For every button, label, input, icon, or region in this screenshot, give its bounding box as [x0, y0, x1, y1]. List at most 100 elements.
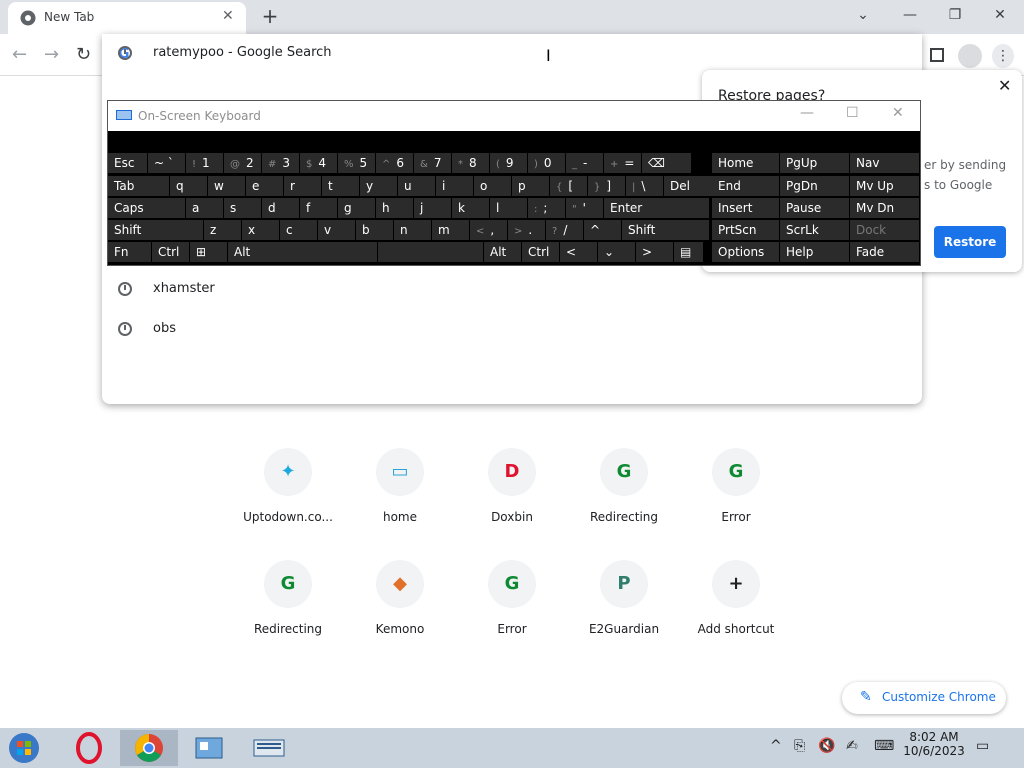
- tab-new-tab[interactable]: New Tab ✕: [8, 2, 246, 34]
- osk-key[interactable]: _ -: [566, 153, 604, 174]
- osk-key[interactable]: Del: [664, 176, 714, 197]
- osk-key[interactable]: w: [208, 176, 246, 197]
- shortcut-tile[interactable]: G Redirecting: [568, 448, 680, 560]
- osk-key[interactable]: * 8: [452, 153, 490, 174]
- osk-key[interactable]: f: [300, 198, 338, 219]
- osk-key[interactable]: $4: [300, 153, 338, 174]
- close-button[interactable]: ✕: [982, 4, 1018, 26]
- osk-key[interactable]: Fn: [108, 242, 152, 263]
- osk-key[interactable]: ⌄: [598, 242, 636, 263]
- osk-nav-key[interactable]: PgDn: [780, 176, 850, 197]
- osk-minimize-button[interactable]: —: [800, 105, 814, 121]
- osk-nav-key[interactable]: ScrLk: [780, 220, 850, 241]
- menu-icon[interactable]: ⋮: [992, 44, 1014, 68]
- osk-titlebar[interactable]: On-Screen Keyboard — ☐ ✕: [108, 101, 920, 131]
- osk-nav-key[interactable]: Help: [780, 242, 850, 263]
- osk-key[interactable]: Enter: [604, 198, 710, 219]
- osk-nav-key[interactable]: Fade: [850, 242, 920, 263]
- osk-key[interactable]: t: [322, 176, 360, 197]
- osk-nav-key[interactable]: PrtScn: [712, 220, 780, 241]
- osk-key[interactable]: " ': [566, 198, 604, 219]
- osk-nav-key[interactable]: Dock: [850, 220, 920, 241]
- tray-icon[interactable]: ⌨: [874, 738, 894, 754]
- shortcut-tile[interactable]: + Add shortcut: [680, 560, 792, 672]
- tab-search-icon[interactable]: ⌄: [845, 4, 881, 26]
- osk-key[interactable]: & 7: [414, 153, 452, 174]
- osk-key[interactable]: Ctrl: [152, 242, 190, 263]
- osk-key[interactable]: % 5: [338, 153, 376, 174]
- osk-key[interactable]: p: [512, 176, 550, 197]
- chrome-taskbar-icon[interactable]: [120, 730, 178, 766]
- osk-key[interactable]: >.: [508, 220, 546, 241]
- osk-nav-key[interactable]: Mv Up: [850, 176, 920, 197]
- tray-icon[interactable]: 🔇: [818, 738, 835, 754]
- osk-key[interactable]: y: [360, 176, 398, 197]
- osk-key[interactable]: :;: [528, 198, 566, 219]
- osk-key[interactable]: z: [204, 220, 242, 241]
- osk-nav-key[interactable]: Mv Dn: [850, 198, 920, 219]
- tray-icon[interactable]: ^: [770, 738, 782, 754]
- osk-key[interactable]: ▤: [674, 242, 704, 263]
- osk-key[interactable]: Ctrl: [522, 242, 560, 263]
- osk-key[interactable]: Caps: [108, 198, 186, 219]
- osk-key[interactable]: <: [560, 242, 598, 263]
- osk-key[interactable]: ! 1: [186, 153, 224, 174]
- osk-key[interactable]: k: [452, 198, 490, 219]
- control-panel-taskbar-icon[interactable]: [180, 730, 238, 766]
- restore-close-icon[interactable]: ✕: [998, 76, 1011, 95]
- osk-key[interactable]: ~ `: [148, 153, 186, 174]
- shortcut-tile[interactable]: ◆ Kemono: [344, 560, 456, 672]
- osk-key[interactable]: + =: [604, 153, 642, 174]
- minimize-button[interactable]: —: [892, 4, 928, 26]
- suggestion-item[interactable]: xhamster: [102, 270, 922, 310]
- osk-nav-key[interactable]: Insert: [712, 198, 780, 219]
- shortcut-tile[interactable]: G Error: [680, 448, 792, 560]
- osk-key[interactable]: o: [474, 176, 512, 197]
- osk-key[interactable]: x: [242, 220, 280, 241]
- osk-nav-key[interactable]: Pause: [780, 198, 850, 219]
- osk-taskbar-icon[interactable]: [240, 730, 298, 766]
- osk-key[interactable]: [378, 242, 484, 263]
- clock[interactable]: 8:02 AM 10/6/2023: [900, 730, 968, 758]
- restore-button[interactable]: ❐: [937, 4, 973, 26]
- side-panel-icon[interactable]: [930, 48, 944, 62]
- shortcut-tile[interactable]: P E2Guardian: [568, 560, 680, 672]
- osk-key[interactable]: g: [338, 198, 376, 219]
- osk-key[interactable]: ? /: [546, 220, 584, 241]
- osk-key[interactable]: ) 0: [528, 153, 566, 174]
- osk-key[interactable]: j: [414, 198, 452, 219]
- osk-key[interactable]: c: [280, 220, 318, 241]
- osk-key[interactable]: Tab: [108, 176, 170, 197]
- osk-key[interactable]: }]: [588, 176, 626, 197]
- tray-icon[interactable]: ▭: [976, 738, 989, 754]
- osk-key[interactable]: a: [186, 198, 224, 219]
- osk-key[interactable]: b: [356, 220, 394, 241]
- back-icon[interactable]: ←: [12, 44, 27, 65]
- osk-close-button[interactable]: ✕: [892, 105, 904, 121]
- osk-key[interactable]: ^ 6: [376, 153, 414, 174]
- osk-key[interactable]: <,: [470, 220, 508, 241]
- osk-key[interactable]: Alt: [228, 242, 378, 263]
- tray-icon[interactable]: ✍: [846, 738, 858, 754]
- osk-maximize-button[interactable]: ☐: [846, 105, 859, 121]
- osk-key[interactable]: ^: [584, 220, 622, 241]
- osk-key[interactable]: #3: [262, 153, 300, 174]
- osk-key[interactable]: ⊞: [190, 242, 228, 263]
- forward-icon[interactable]: →: [44, 44, 59, 65]
- shortcut-tile[interactable]: ▭ home: [344, 448, 456, 560]
- osk-key[interactable]: | \: [626, 176, 664, 197]
- osk-key[interactable]: (9: [490, 153, 528, 174]
- osk-key[interactable]: ⌫: [642, 153, 692, 174]
- osk-nav-key[interactable]: End: [712, 176, 780, 197]
- osk-key[interactable]: Esc: [108, 153, 148, 174]
- new-tab-button[interactable]: +: [258, 4, 282, 28]
- osk-nav-key[interactable]: PgUp: [780, 153, 850, 174]
- osk-key[interactable]: m: [432, 220, 470, 241]
- osk-key[interactable]: d: [262, 198, 300, 219]
- suggestion-item[interactable]: obs: [102, 310, 922, 350]
- opera-taskbar-icon[interactable]: [60, 730, 118, 766]
- shortcut-tile[interactable]: D Doxbin: [456, 448, 568, 560]
- osk-key[interactable]: e: [246, 176, 284, 197]
- osk-key[interactable]: l: [490, 198, 528, 219]
- osk-key[interactable]: r: [284, 176, 322, 197]
